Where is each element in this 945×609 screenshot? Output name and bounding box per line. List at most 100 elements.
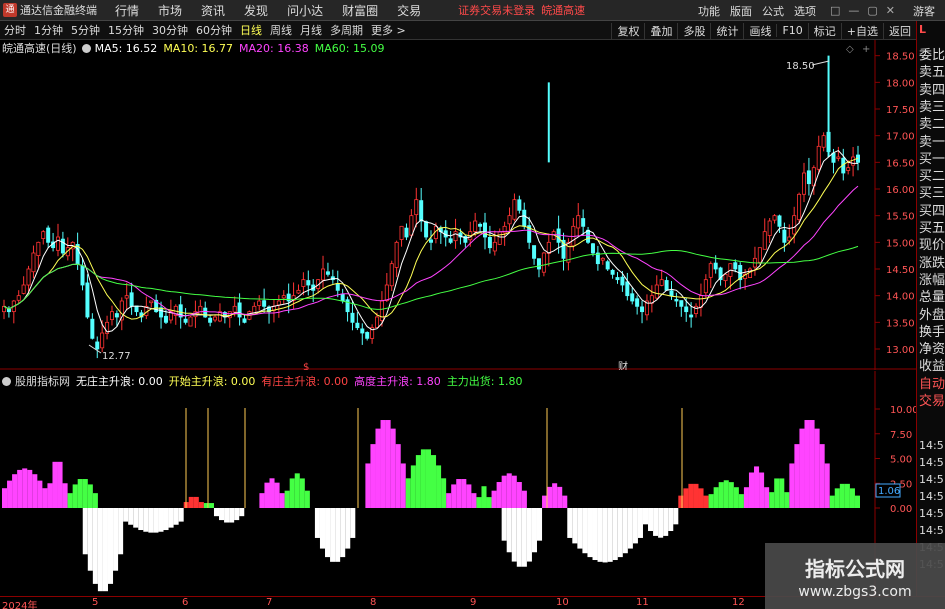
stats-button[interactable]: 统计 [710,22,743,39]
menu-item-wenxiaoda[interactable]: 问小达 [287,2,323,19]
menu-item-jiaoyi[interactable]: 交易 [397,2,421,19]
indicator-tick-label: 0.00 [890,504,912,515]
menu-item-hangqing[interactable]: 行情 [115,2,139,19]
mark-button[interactable]: 标记 [807,22,841,39]
trade-login-warning[interactable]: 证券交易未登录 [458,2,535,18]
candle-body [831,152,836,163]
menu-item-faxian[interactable]: 发现 [244,2,268,19]
menu-item-gongneng[interactable]: 功能 [698,3,720,19]
indicator-bar [759,472,765,508]
indicator-bar [834,488,840,508]
period-30min[interactable]: 30分钟 [148,22,192,38]
multi-stock-button[interactable]: 多股 [677,22,710,39]
period-weekly[interactable]: 周线 [266,22,296,38]
indicator-bar [557,486,563,508]
candle-body [375,316,380,328]
date-label-nov: 11 [636,597,649,608]
candle-body [90,318,95,339]
menu-item-xuanxiang[interactable]: 选项 [794,3,816,19]
candle-body [679,300,684,307]
indicator-bar [476,497,482,508]
indicator-negative-bar [229,508,235,523]
indicator-bar [698,488,704,508]
period-daily[interactable]: 日线 [236,22,266,38]
watermark: 指标公式网 www.zbgs3.com [765,543,945,609]
indicator-bar [738,494,744,508]
candle-body [213,316,218,321]
quote-label-17: 净资 [919,342,945,358]
candle-body [149,300,154,304]
indicator-bar [708,494,714,508]
indicator-bar [284,490,290,508]
indicator-negative-bar [653,508,659,536]
menu-item-banmian[interactable]: 版面 [730,3,752,19]
price-chart[interactable]: 18.50 18.00 17.50 17.00 16.50 16.00 15.50 15.00… [0,40,916,370]
candle-body [95,341,100,350]
candle-body [777,215,782,227]
candle-body [100,332,105,349]
window-layout-icon[interactable]: □ [830,4,840,17]
period-monthly[interactable]: 月线 [296,22,326,38]
quote-label-16: 换手 [919,324,945,340]
indicator-bar [728,482,734,508]
indicator-bar [824,463,830,508]
indicator-bar [365,463,371,508]
back-button[interactable]: 返回 [883,22,916,39]
period-more[interactable]: 更多 > [367,22,410,38]
indicator-bar [471,493,477,508]
menu-item-caifuquan[interactable]: 财富圈 [342,2,378,19]
indicator-negative-bar [133,508,139,528]
indicator-negative-bar [658,508,664,538]
overlay-button[interactable]: 叠加 [644,22,677,39]
period-fenshi[interactable]: 分时 [0,22,30,38]
f10-button[interactable]: F10 [776,24,807,37]
indicator-bar [542,495,548,508]
indicator-negative-bar [314,508,320,538]
indicator-negative-bar [128,508,134,525]
ma60-label: MA60: 15.09 [314,41,385,55]
candle-body [684,306,689,313]
candle-body [203,307,208,318]
candle-body [237,302,242,318]
quote-time-1: 14:5 [919,456,944,469]
quote-label-18: 收益 [919,359,945,375]
indicator-negative-bar [577,508,583,549]
close-icon[interactable]: ✕ [886,4,895,17]
indicator-bar [769,492,775,508]
legend-settings-icon[interactable] [81,43,91,53]
period-multi[interactable]: 多周期 [326,22,367,38]
indicator-settings-icon[interactable] [2,376,11,386]
indicator-bar [259,493,265,508]
indicator-bar [496,482,502,508]
period-1min[interactable]: 1分钟 [30,22,67,38]
candle-body [26,268,31,286]
indicator-bar [844,483,850,508]
indicator-negative-bar [663,508,669,536]
guest-label[interactable]: 游客 [913,3,935,19]
period-60min[interactable]: 60分钟 [192,22,236,38]
indicator-bar [774,478,780,508]
indicator-bar [693,483,699,508]
indicator-negative-bar [602,508,608,563]
quote-label-7: 买二 [919,169,945,185]
finance-mark[interactable]: 财 [618,360,628,370]
indicator-bar [799,428,805,508]
candle-body [782,229,787,243]
menu-item-shichang[interactable]: 市场 [158,2,182,19]
minimize-icon[interactable]: — [848,4,859,17]
fuquan-button[interactable]: 复权 [611,22,644,39]
period-15min[interactable]: 15分钟 [104,22,148,38]
maximize-icon[interactable]: ▢ [867,4,877,17]
draw-line-button[interactable]: 画线 [743,22,776,39]
dividend-mark[interactable]: $ [303,362,309,370]
indicator-negative-bar [97,508,103,592]
candle-body [625,281,630,297]
high-price-label: 18.50 [786,61,815,72]
menu-item-zixun[interactable]: 资讯 [201,2,225,19]
indicator-bar [42,488,48,508]
period-5min[interactable]: 5分钟 [67,22,104,38]
indicator-negative-bar [521,508,527,567]
menu-item-gongshi[interactable]: 公式 [762,3,784,19]
indicator-negative-bar [350,508,356,538]
add-watchlist-button[interactable]: +自选 [840,22,883,39]
